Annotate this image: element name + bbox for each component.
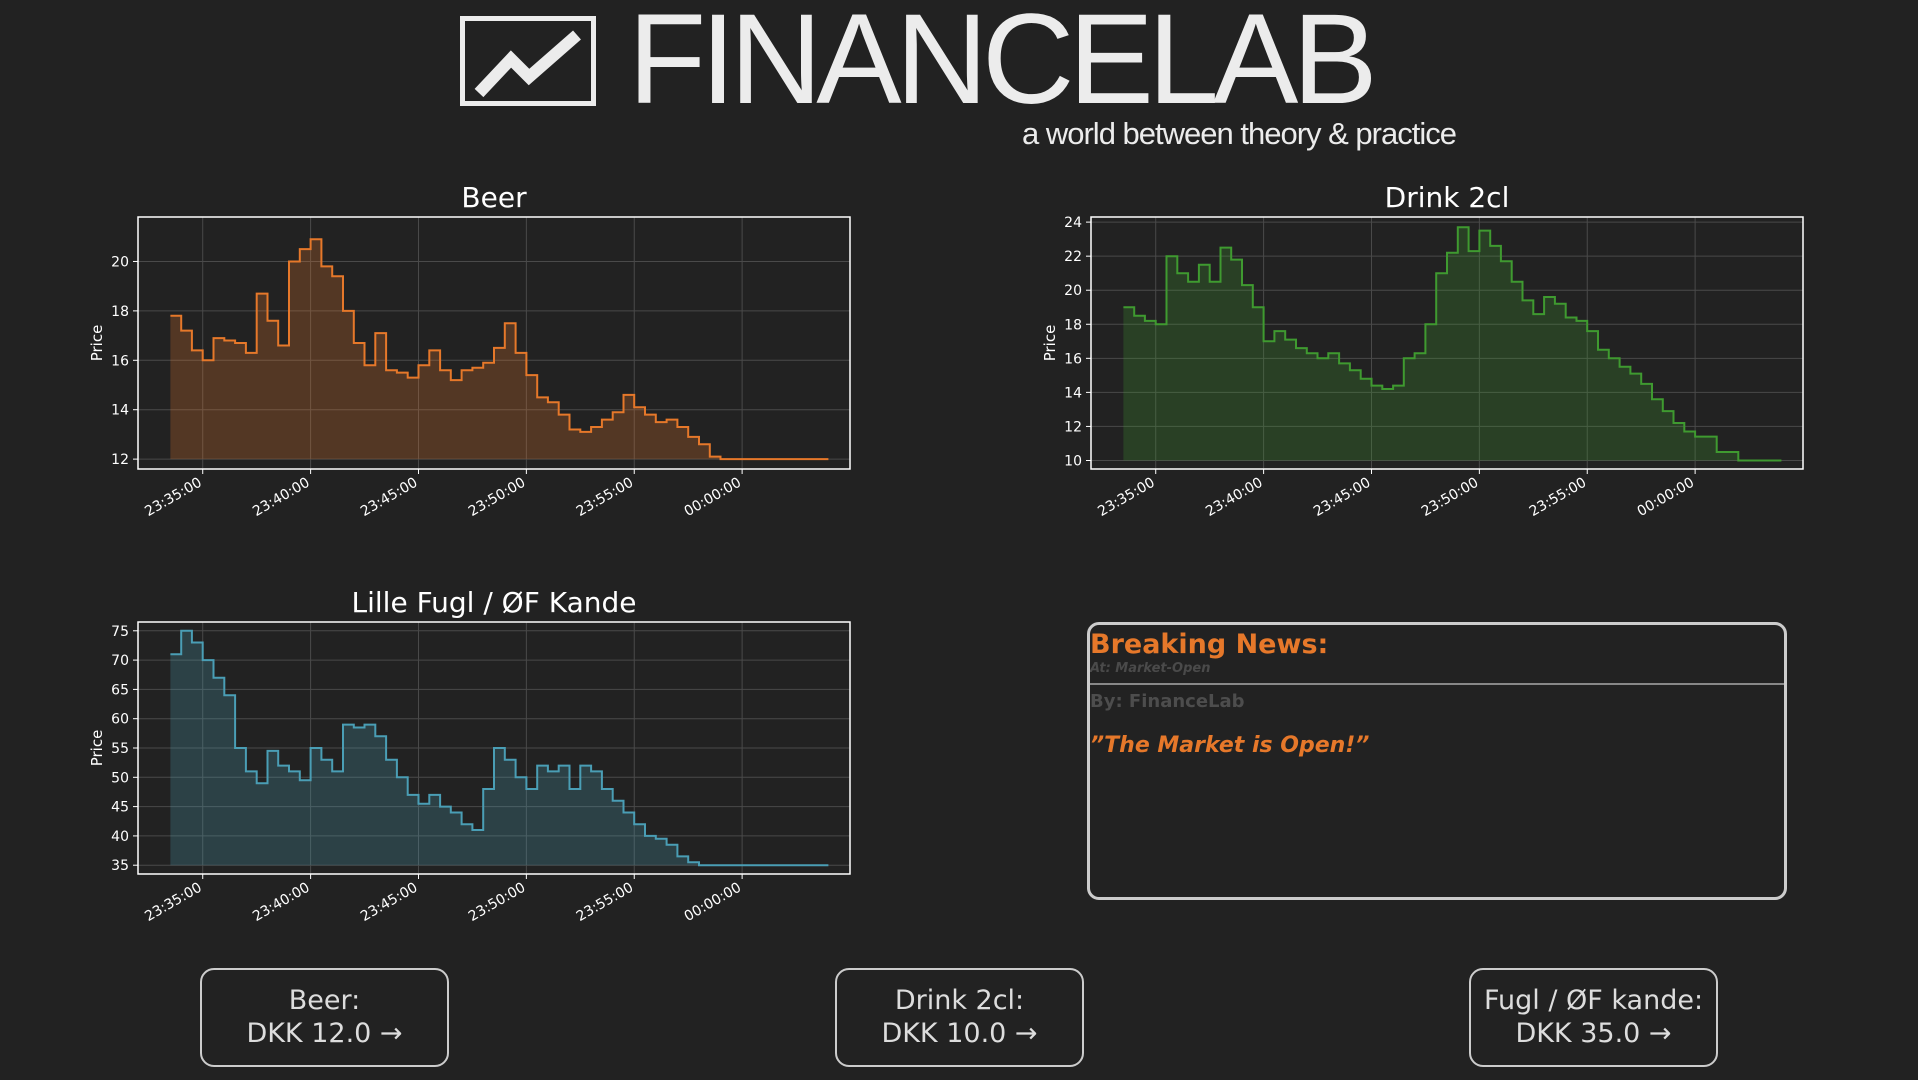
x-tick-label: 23:40:00 xyxy=(1203,475,1265,520)
y-tick-label: 60 xyxy=(111,712,129,728)
series-area xyxy=(170,239,829,460)
x-tick-label: 23:55:00 xyxy=(1527,475,1589,520)
x-tick-label: 00:00:00 xyxy=(1635,475,1697,520)
drink-price-value: DKK 10.0 → xyxy=(881,1017,1038,1049)
beer-price-label: Beer: xyxy=(288,985,361,1017)
x-tick-label: 00:00:00 xyxy=(682,475,744,520)
news-author: By: FinanceLab xyxy=(1090,691,1245,712)
y-tick-label: 12 xyxy=(111,452,129,468)
y-tick-label: 16 xyxy=(1064,351,1082,367)
x-tick-label: 23:45:00 xyxy=(1311,475,1373,520)
fugl-price-value: DKK 35.0 → xyxy=(1515,1017,1672,1049)
financelab-logo: FINANCELAB a world between theory & prac… xyxy=(460,0,1460,160)
y-tick-label: 45 xyxy=(111,800,129,816)
y-tick-label: 18 xyxy=(111,304,129,320)
y-tick-label: 24 xyxy=(1064,215,1082,231)
beer-price-value: DKK 12.0 → xyxy=(246,1017,403,1049)
news-divider xyxy=(1090,683,1784,685)
y-tick-label: 20 xyxy=(1064,283,1082,299)
y-tick-label: 10 xyxy=(1064,453,1082,469)
news-timestamp: At: Market-Open xyxy=(1090,661,1211,676)
beer-price-chart: Beer 12 14 16 18 20 23:35:00 23:40:00 23:45:00 23… xyxy=(88,181,851,520)
y-tick-label: 65 xyxy=(111,682,129,698)
logo-wordmark: FINANCELAB xyxy=(628,0,1378,131)
chart-title: Lille Fugl / ØF Kande xyxy=(352,586,637,619)
y-axis-label: Price xyxy=(88,730,106,767)
y-tick-label: 20 xyxy=(111,254,129,270)
beer-price-button[interactable]: Beer: DKK 12.0 → xyxy=(200,968,449,1067)
y-tick-label: 22 xyxy=(1064,249,1082,265)
chart-title: Beer xyxy=(461,181,527,214)
chart-trend-icon xyxy=(460,16,596,106)
y-tick-label: 14 xyxy=(1064,385,1082,401)
fugl-kande-price-chart: Lille Fugl / ØF Kande 35 40 45 50 55 60 65 70 75 2… xyxy=(88,586,851,925)
drink-price-label: Drink 2cl: xyxy=(894,985,1025,1017)
x-tick-label: 23:50:00 xyxy=(466,880,528,925)
y-tick-label: 55 xyxy=(111,741,129,757)
series-area xyxy=(1123,227,1782,461)
y-axis-label: Price xyxy=(88,325,106,362)
x-tick-label: 23:50:00 xyxy=(466,475,528,520)
breaking-news-panel: Breaking News: At: Market-Open By: Finan… xyxy=(1087,622,1787,900)
fugl-price-button[interactable]: Fugl / ØF kande: DKK 35.0 → xyxy=(1469,968,1718,1067)
y-tick-label: 16 xyxy=(111,353,129,369)
x-tick-label: 23:45:00 xyxy=(358,880,420,925)
y-tick-label: 75 xyxy=(111,624,129,640)
fugl-price-label: Fugl / ØF kande: xyxy=(1483,985,1704,1017)
y-tick-label: 18 xyxy=(1064,317,1082,333)
y-tick-label: 50 xyxy=(111,770,129,786)
x-tick-label: 23:40:00 xyxy=(250,475,312,520)
news-quote: ”The Market is Open!” xyxy=(1090,733,1370,758)
drink-price-chart: Drink 2cl 10 12 14 16 18 20 22 24 23:35:00 23:40:0… xyxy=(1041,181,1804,520)
y-tick-label: 12 xyxy=(1064,419,1082,435)
y-tick-label: 35 xyxy=(111,858,129,874)
x-tick-label: 23:35:00 xyxy=(142,475,204,520)
news-title: Breaking News: xyxy=(1090,629,1329,660)
x-tick-label: 23:45:00 xyxy=(358,475,420,520)
drink-price-button[interactable]: Drink 2cl: DKK 10.0 → xyxy=(835,968,1084,1067)
x-tick-label: 23:55:00 xyxy=(574,880,636,925)
x-tick-label: 23:35:00 xyxy=(142,880,204,925)
y-tick-label: 40 xyxy=(111,829,129,845)
x-tick-label: 00:00:00 xyxy=(682,880,744,925)
logo-tagline: a world between theory & practice xyxy=(1022,116,1457,151)
y-tick-label: 70 xyxy=(111,653,129,669)
x-tick-label: 23:40:00 xyxy=(250,880,312,925)
x-tick-label: 23:55:00 xyxy=(574,475,636,520)
y-tick-label: 14 xyxy=(111,403,129,419)
y-axis-label: Price xyxy=(1041,325,1059,362)
chart-title: Drink 2cl xyxy=(1385,181,1510,214)
x-tick-label: 23:50:00 xyxy=(1419,475,1481,520)
x-tick-label: 23:35:00 xyxy=(1095,475,1157,520)
